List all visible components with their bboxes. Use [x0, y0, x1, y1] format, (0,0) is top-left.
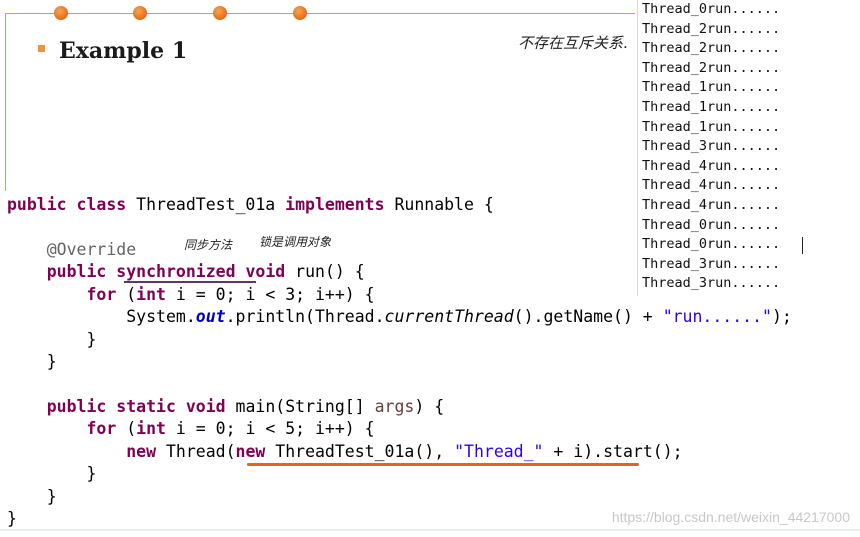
keyword: void [185, 396, 226, 416]
keyword: void [245, 262, 286, 282]
code-line-class-decl: public class ThreadTest_01a implements R… [7, 194, 792, 216]
code-text: ); [771, 307, 792, 327]
code-line-brace: } [7, 329, 792, 351]
code-text: } [7, 509, 17, 529]
code-line-brace: } [7, 351, 792, 373]
synchronized-underline [124, 281, 256, 283]
code-text: } [46, 352, 57, 372]
keyword: public [7, 195, 67, 214]
code-text: ) { [414, 396, 445, 416]
string-literal: "Thread_" [454, 441, 544, 461]
code-text: ().getName() + [513, 307, 663, 327]
code-text: i = 0; i < 3; i++) { [175, 284, 375, 304]
code-text: } [46, 486, 57, 506]
code-text: + i).start(); [543, 441, 683, 461]
keyword: public [46, 262, 107, 282]
keyword: implements [285, 195, 385, 214]
slide-frame-top [5, 13, 635, 14]
keyword: new [126, 441, 157, 461]
decor-dot [133, 6, 147, 20]
static-field: out [195, 307, 226, 327]
code-text: Runnable { [394, 195, 494, 214]
code-line-brace: } [7, 463, 792, 485]
code-text: run() { [295, 262, 365, 282]
keyword: static [116, 396, 176, 416]
console-line: Thread_2run...... [642, 20, 781, 37]
code-text: ( [126, 419, 137, 439]
class-name: ThreadTest_01a [136, 195, 276, 214]
code-line-for: for (int i = 0; i < 5; i++) { [7, 418, 792, 440]
code-line-for: for (int i = 0; i < 3; i++) { [7, 284, 792, 306]
code-text: main(String[] [235, 396, 375, 416]
console-line: Thread_4run...... [642, 157, 781, 174]
code-text: i = 0; i < 5; i++) { [175, 419, 375, 439]
decor-dot [293, 6, 307, 20]
code-text: ThreadTest_01a(), [275, 441, 455, 461]
keyword: for [86, 284, 117, 304]
keyword: public [46, 396, 107, 416]
code-line-brace: } [7, 486, 792, 508]
console-line: Thread_2run...... [642, 40, 781, 57]
code-line-main-decl: public static void main(String[] args) { [7, 396, 792, 418]
bullet-icon [38, 45, 45, 52]
console-line: Thread_4run...... [642, 177, 781, 194]
code-text: } [86, 464, 97, 484]
handwritten-note-no-mutex: 不存在互斥关系. [518, 34, 628, 52]
code-line-annotation: @Override [7, 239, 792, 261]
code-listing: public class ThreadTest_01a implements R… [7, 194, 792, 531]
code-text: Thread( [165, 441, 236, 461]
code-line-println: System.out.println(Thread.currentThread(… [7, 306, 792, 328]
keyword: new [235, 441, 266, 461]
text-caret [802, 237, 803, 254]
slide-frame-left [5, 13, 6, 191]
keyword: int [136, 419, 166, 439]
keyword-synchronized: synchronized [116, 262, 236, 282]
parameter: args [374, 396, 415, 416]
console-line: Thread_1run...... [642, 98, 781, 115]
keyword: int [136, 284, 166, 304]
code-text: } [86, 329, 97, 349]
new-instance-underline [247, 463, 639, 466]
watermark: https://blog.csdn.net/weixin_44217000 [611, 509, 850, 525]
console-line: Thread_1run...... [642, 79, 781, 96]
decor-dot [213, 6, 227, 20]
keyword: for [86, 419, 117, 439]
console-line: Thread_0run...... [642, 1, 781, 17]
string-literal: "run......" [662, 307, 772, 327]
code-text: .println(Thread. [225, 307, 385, 327]
decor-dot [54, 6, 68, 20]
static-method: currentThread [384, 307, 514, 327]
console-line: Thread_2run...... [642, 59, 781, 76]
annotation: @Override [46, 239, 137, 259]
code-text: System. [126, 307, 196, 327]
console-line: Thread_1run...... [642, 118, 781, 135]
keyword: class [76, 195, 127, 214]
code-line-thread-start: new Thread(new ThreadTest_01a(), "Thread… [7, 441, 792, 463]
console-line: Thread_3run...... [642, 138, 781, 155]
code-text: ( [126, 284, 137, 304]
bottom-rule [0, 529, 860, 531]
slide-title: Example 1 [59, 38, 188, 64]
